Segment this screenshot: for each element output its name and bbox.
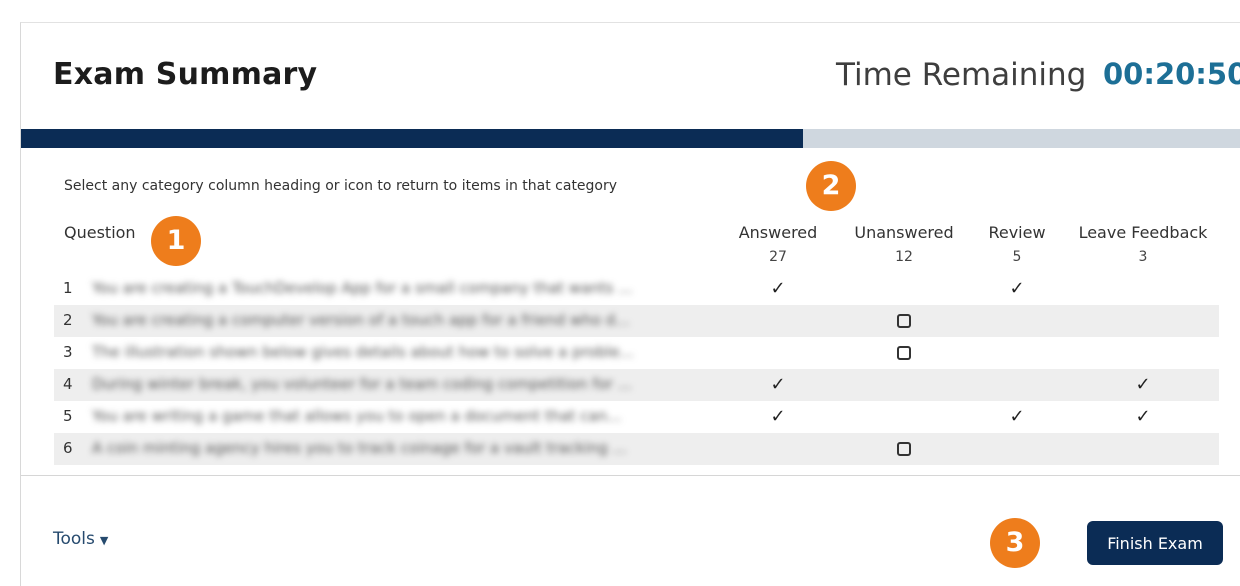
footer-divider: [21, 475, 1240, 476]
question-text[interactable]: During winter break, you volunteer for a…: [92, 375, 692, 393]
question-text[interactable]: You are writing a game that allows you t…: [92, 407, 692, 425]
question-number: 2: [63, 311, 73, 329]
question-table: 1 You are creating a TouchDevelop App for…: [54, 273, 1219, 465]
question-text[interactable]: You are creating a computer version of a…: [92, 311, 692, 329]
table-row[interactable]: 6 A coin minting agency hires you to trac…: [54, 433, 1219, 465]
column-header-question: Question: [64, 223, 136, 242]
progress-bar: [21, 129, 1240, 148]
check-icon[interactable]: ✓: [1004, 276, 1030, 302]
question-text[interactable]: A coin minting agency hires you to track…: [92, 439, 692, 457]
column-header-answered[interactable]: Answered: [739, 223, 818, 242]
check-icon[interactable]: ✓: [765, 276, 791, 302]
table-row[interactable]: 3 The illustration shown below gives deta…: [54, 337, 1219, 369]
check-icon[interactable]: ✓: [765, 404, 791, 430]
callout-badge-2: 2: [806, 161, 856, 211]
question-number: 4: [63, 375, 73, 393]
question-number: 6: [63, 439, 73, 457]
callout-badge-3: 3: [990, 518, 1040, 568]
question-text[interactable]: The illustration shown below gives detai…: [92, 343, 692, 361]
caret-down-icon: ▼: [99, 534, 109, 547]
column-header-unanswered[interactable]: Unanswered: [854, 223, 953, 242]
header: Exam Summary Time Remaining 00:20:50: [21, 23, 1240, 131]
check-icon[interactable]: ✓: [1130, 372, 1156, 398]
table-row[interactable]: 1 You are creating a TouchDevelop App for…: [54, 273, 1219, 305]
tools-menu[interactable]: Tools ▼: [53, 529, 108, 549]
exam-summary-panel: Exam Summary Time Remaining 00:20:50 Sel…: [20, 22, 1240, 586]
table-row[interactable]: 5 You are writing a game that allows you …: [54, 401, 1219, 433]
progress-fill: [21, 129, 804, 148]
column-header-leave-feedback[interactable]: Leave Feedback: [1079, 223, 1208, 242]
unanswered-count: 12: [895, 249, 913, 265]
empty-box-icon[interactable]: [891, 308, 917, 334]
column-header-review[interactable]: Review: [988, 223, 1045, 242]
callout-badge-1: 1: [151, 216, 201, 266]
answered-count: 27: [769, 249, 787, 265]
instructions-text: Select any category column heading or ic…: [64, 178, 618, 194]
page-title: Exam Summary: [53, 57, 318, 92]
empty-box-icon[interactable]: [891, 340, 917, 366]
review-count: 5: [1012, 249, 1022, 265]
question-number: 1: [63, 279, 73, 297]
time-remaining-value: 00:20:50: [1103, 57, 1240, 91]
tools-label: Tools: [53, 529, 95, 549]
time-remaining-label: Time Remaining: [836, 57, 1087, 93]
table-row[interactable]: 2 You are creating a computer version of …: [54, 305, 1219, 337]
question-number: 5: [63, 407, 73, 425]
table-row[interactable]: 4 During winter break, you volunteer for …: [54, 369, 1219, 401]
empty-box-icon[interactable]: [891, 436, 917, 462]
question-number: 3: [63, 343, 73, 361]
check-icon[interactable]: ✓: [765, 372, 791, 398]
check-icon[interactable]: ✓: [1004, 404, 1030, 430]
leave-feedback-count: 3: [1138, 249, 1148, 265]
question-text[interactable]: You are creating a TouchDevelop App for …: [92, 279, 692, 297]
finish-exam-button[interactable]: Finish Exam: [1087, 521, 1223, 565]
check-icon[interactable]: ✓: [1130, 404, 1156, 430]
